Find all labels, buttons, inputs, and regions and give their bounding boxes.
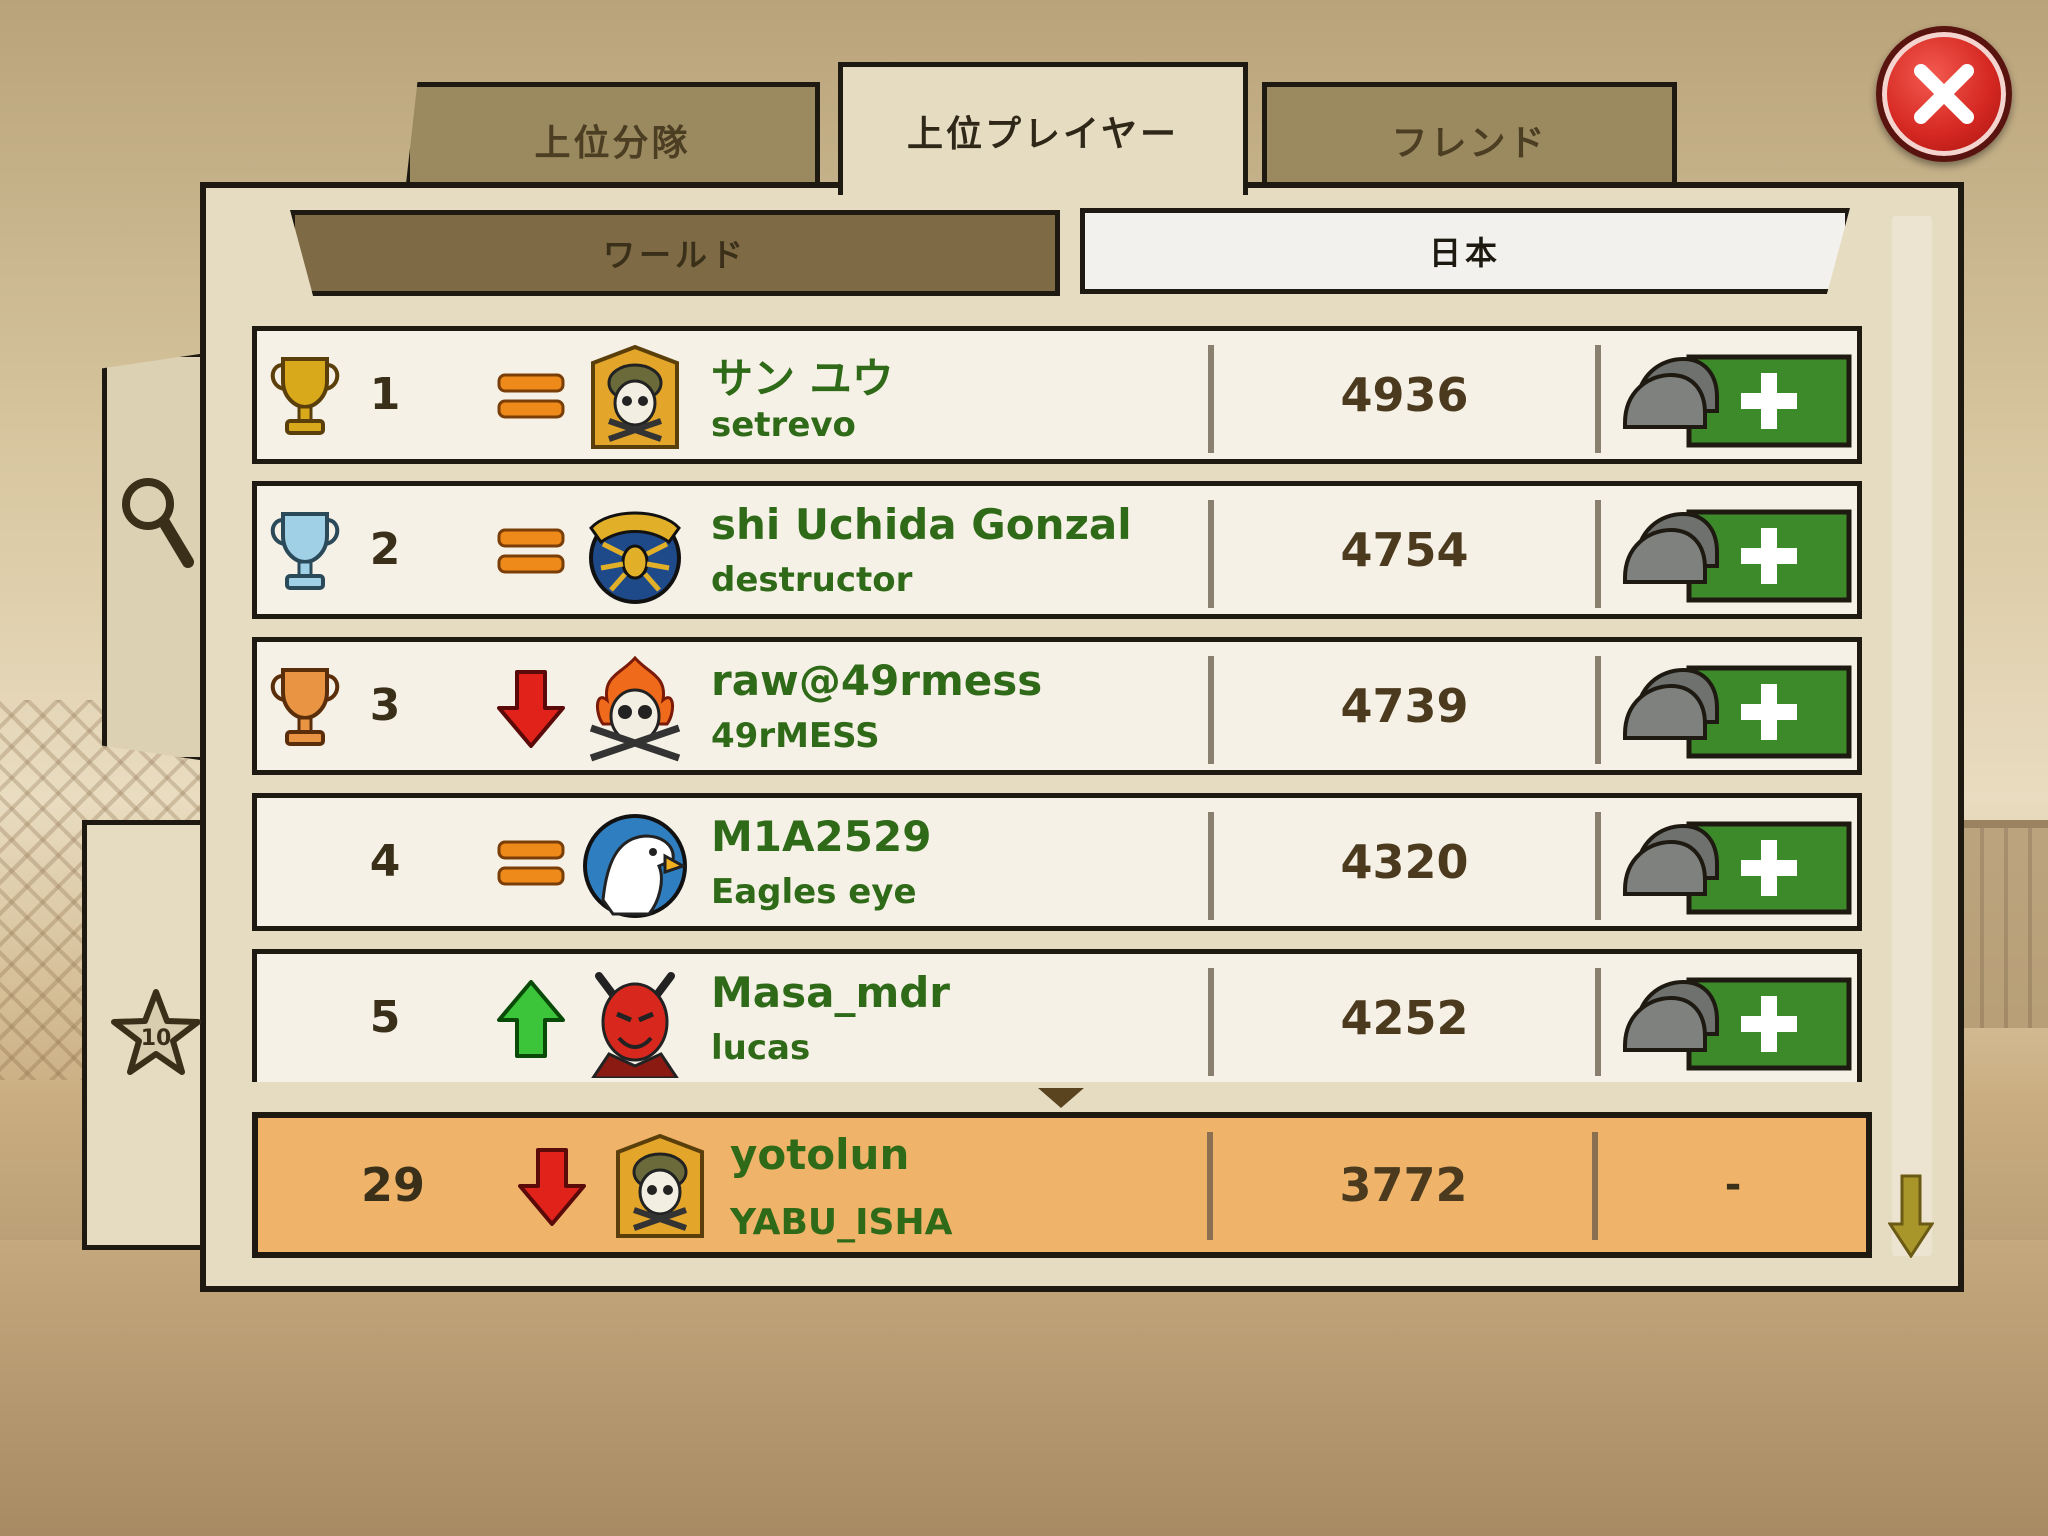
player-name: M1A2529: [711, 812, 932, 861]
squad-name: Eagles eye: [711, 872, 917, 912]
column-divider: [1595, 345, 1601, 453]
eagle-avatar-icon: [583, 814, 687, 918]
close-button[interactable]: [1876, 26, 2012, 162]
trend-down-icon: [497, 670, 565, 748]
scroll-down-arrow-icon[interactable]: [1888, 1174, 1934, 1258]
skull-helmet-avatar-icon: [591, 344, 679, 449]
region-japan-button[interactable]: 日本: [1080, 208, 1850, 294]
table-row: 1 サン ユウ setrevo 4936: [252, 326, 1862, 464]
flaming-skull-avatar-icon: [589, 655, 681, 762]
my-squad-name: YABU_ISHA: [730, 1202, 953, 1243]
trend-same-icon: [497, 840, 565, 886]
devil-avatar-icon: [591, 972, 679, 1078]
add-friend-button[interactable]: [1617, 656, 1857, 766]
region-world-button[interactable]: ワールド: [290, 210, 1060, 296]
add-friend-button[interactable]: [1617, 812, 1857, 922]
rank-number: 1: [369, 369, 401, 420]
level-star-icon: 10: [111, 989, 201, 1075]
column-divider: [1595, 968, 1601, 1076]
my-friend-placeholder: -: [1724, 1162, 1742, 1208]
score-value: 4739: [1340, 679, 1469, 733]
squad-name: lucas: [711, 1028, 811, 1068]
column-divider: [1595, 812, 1601, 920]
my-rank-number: 29: [360, 1158, 425, 1212]
squad-name: 49rMESS: [711, 716, 880, 756]
tab-top-players[interactable]: 上位プレイヤー: [838, 62, 1248, 195]
add-friend-button[interactable]: [1617, 968, 1857, 1078]
column-divider: [1595, 656, 1601, 764]
skull-helmet-avatar-icon: [616, 1133, 704, 1238]
score-value: 4320: [1340, 835, 1469, 889]
trend-same-icon: [497, 528, 565, 574]
background-crate: [1960, 820, 2048, 1028]
squad-name: destructor: [711, 560, 913, 600]
scroll-indicator-icon: [1038, 1088, 1084, 1108]
leaderboard-list[interactable]: 1 サン ユウ setrevo 4936 2 shi Uchida Gonzal…: [252, 326, 1872, 1082]
score-value: 4936: [1340, 368, 1469, 422]
trend-down-icon: [518, 1148, 586, 1226]
trend-up-icon: [497, 980, 565, 1058]
player-name: shi Uchida Gonzal: [711, 500, 1132, 549]
tab-top-squads[interactable]: 上位分隊: [405, 82, 820, 193]
level-number: 10: [141, 1026, 172, 1051]
scrollbar-track[interactable]: [1892, 216, 1932, 1256]
my-score-value: 3772: [1339, 1158, 1468, 1212]
my-rank-row: 29 yotolun YABU_ISHA 3772 -: [252, 1112, 1872, 1258]
squad-name: setrevo: [711, 405, 856, 445]
table-row: 2 shi Uchida Gonzal destructor 4754: [252, 481, 1862, 619]
table-row: 5 Masa_mdr lucas 4252: [252, 949, 1862, 1082]
close-icon: [1914, 64, 1974, 124]
table-row: 4 M1A2529 Eagles eye 4320: [252, 793, 1862, 931]
column-divider: [1595, 500, 1601, 608]
my-player-name: yotolun: [730, 1130, 910, 1179]
rank-number: 2: [369, 524, 401, 575]
rank-number: 5: [369, 992, 401, 1043]
spider-emblem-avatar-icon: [589, 511, 681, 604]
score-value: 4754: [1340, 523, 1469, 577]
magnifier-icon[interactable]: [116, 472, 196, 572]
score-value: 4252: [1340, 991, 1469, 1045]
player-name: サン ユウ: [711, 354, 894, 403]
table-row: 3 raw@49rmess 49rMESS 4739: [252, 637, 1862, 775]
player-name: Masa_mdr: [711, 968, 951, 1017]
add-friend-button[interactable]: [1617, 345, 1857, 455]
tab-friends[interactable]: フレンド: [1262, 82, 1677, 193]
rank-number: 3: [369, 680, 401, 731]
rank-number: 4: [369, 836, 401, 887]
add-friend-button[interactable]: [1617, 500, 1857, 610]
player-name: raw@49rmess: [711, 656, 1043, 705]
trend-same-icon: [497, 373, 565, 419]
